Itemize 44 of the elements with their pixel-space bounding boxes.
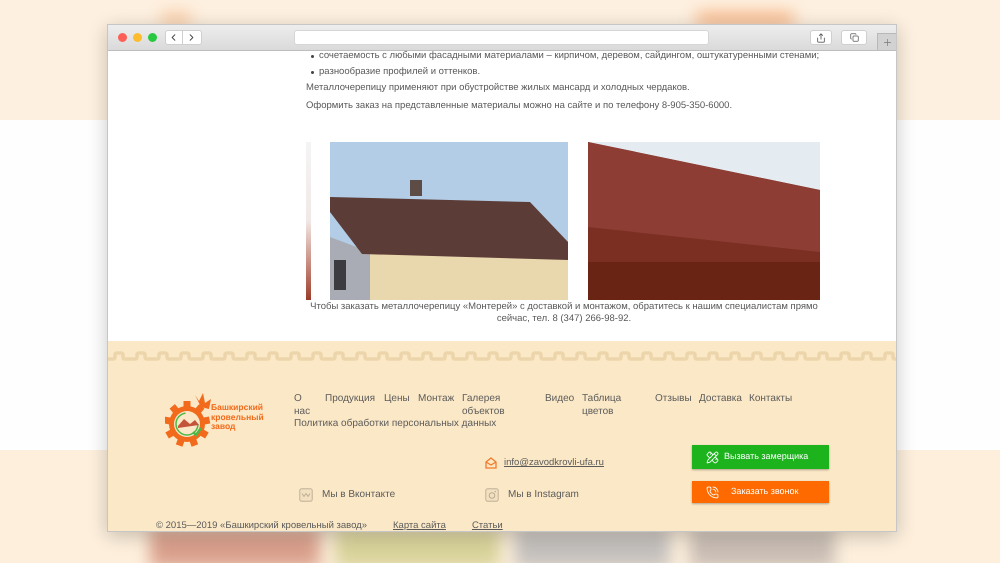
camera-square-icon — [485, 488, 499, 502]
phone-icon — [706, 486, 719, 498]
share-icon — [816, 32, 826, 42]
caption-text: Чтобы заказать металлочерепицу «Монтерей» с доставкой и монтажом, обратитесь к нашим специалистам прямо сейчас, тел. 8 (347) 266-98-92. — [309, 301, 819, 325]
bullet-icon — [311, 70, 314, 74]
back-button[interactable] — [164, 30, 183, 45]
tabs-icon — [850, 33, 859, 42]
new-tab-button[interactable] — [877, 33, 896, 50]
bullet-icon — [311, 54, 314, 58]
footer-nav-link[interactable]: Видео — [545, 393, 582, 406]
tabs-button[interactable] — [841, 30, 868, 45]
close-window-icon[interactable] — [118, 33, 127, 42]
social-link[interactable]: Мы в Instagram — [508, 488, 579, 500]
list-item-text: сочетаемость с любыми фасадными материалами – кирпичом, деревом, сайдингом, оштукатуренными стенами; — [319, 49, 820, 63]
footer-link[interactable]: Статьи — [472, 519, 503, 531]
zoom-window-icon[interactable] — [148, 33, 157, 42]
zigzag-square-icon — [299, 488, 313, 502]
logo-text: Башкирский кровельный завод — [211, 403, 265, 432]
address-field[interactable] — [294, 30, 710, 45]
order-call-button[interactable]: Заказать звонок — [692, 481, 829, 503]
footer-link[interactable]: Карта сайта — [393, 519, 446, 531]
footer-nav-link[interactable]: Продукция — [325, 393, 384, 406]
plus-icon — [882, 36, 893, 48]
footer-nav-link[interactable]: Доставка — [699, 393, 749, 406]
minimize-window-icon[interactable] — [132, 33, 142, 42]
footer-nav-link[interactable]: Контакты — [749, 393, 801, 406]
footer-nav-link[interactable]: Монтаж — [418, 393, 462, 406]
list-item-text: разнообразие профилей и оттенков. — [319, 65, 480, 79]
social-link[interactable]: Мы в Вконтакте — [322, 488, 396, 500]
copyright-text: © 2015—2019 «Башкирский кровельный завод» — [156, 519, 367, 531]
footer-nav-link[interactable]: Галерея объектов — [462, 393, 512, 418]
envelope-icon — [485, 457, 497, 469]
footer-nav-link[interactable]: О нас — [294, 393, 316, 418]
footer-nav-link[interactable]: Отзывы — [655, 393, 699, 406]
share-button[interactable] — [810, 30, 832, 45]
forward-button[interactable] — [182, 30, 202, 45]
gear-house-logo-icon — [165, 393, 213, 447]
paragraph-text: Оформить заказ на представленные материалы можно на сайте и по телефону 8-905-350-6000. — [306, 99, 734, 113]
footer-nav-link[interactable]: Таблица цветов — [582, 393, 627, 418]
footer-nav-link[interactable]: Цены — [384, 393, 418, 406]
pencil-ruler-icon — [706, 450, 719, 464]
paragraph-text: Металлочерепицу применяют при обустройстве жилых мансард и холодных чердаков. — [306, 81, 691, 95]
email-link[interactable]: info@zavodkrovli-ufa.ru — [504, 457, 604, 469]
footer-nav-link[interactable]: Политика обработки персональных данных — [294, 418, 496, 430]
